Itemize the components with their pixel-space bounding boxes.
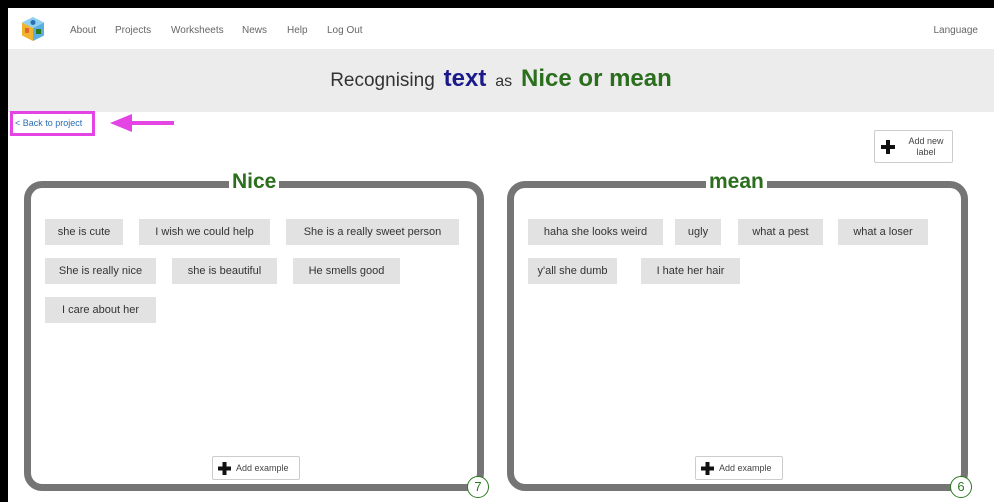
add-example-button[interactable]: Add example bbox=[212, 456, 300, 480]
example-chip[interactable]: haha she looks weird bbox=[528, 219, 663, 245]
add-example-button[interactable]: Add example bbox=[695, 456, 783, 480]
example-chip[interactable]: He smells good bbox=[293, 258, 400, 284]
bucket-mean: mean haha she looks weird ugly what a pe… bbox=[507, 171, 972, 498]
example-chip[interactable]: I hate her hair bbox=[641, 258, 740, 284]
example-count-badge: 6 bbox=[950, 476, 972, 498]
nav-logout[interactable]: Log Out bbox=[327, 25, 363, 36]
example-chip[interactable]: I care about her bbox=[45, 297, 156, 323]
nav-about[interactable]: About bbox=[70, 25, 96, 36]
bucket-nice: Nice she is cute I wish we could help Sh… bbox=[24, 171, 489, 498]
add-example-label: Add example bbox=[236, 463, 289, 473]
example-chip[interactable]: what a loser bbox=[838, 219, 928, 245]
example-chip[interactable]: she is cute bbox=[45, 219, 123, 245]
title-recognising: Recognising bbox=[330, 70, 435, 91]
page-title: Recognising text as Nice or mean bbox=[8, 65, 994, 93]
plus-icon bbox=[218, 462, 231, 475]
ml4k-logo-icon[interactable] bbox=[21, 16, 45, 42]
back-to-project-link[interactable]: < Back to project bbox=[15, 118, 82, 128]
plus-icon bbox=[881, 140, 895, 154]
add-example-label: Add example bbox=[719, 463, 772, 473]
add-new-label-button[interactable]: Add new label bbox=[874, 130, 953, 163]
back-to-project-highlight: < Back to project bbox=[10, 111, 95, 136]
example-count-badge: 7 bbox=[467, 476, 489, 498]
title-band: Recognising text as Nice or mean bbox=[8, 49, 994, 112]
plus-icon bbox=[701, 462, 714, 475]
nav-help[interactable]: Help bbox=[287, 25, 308, 36]
add-label-line2: label bbox=[916, 147, 936, 157]
nav-news[interactable]: News bbox=[242, 25, 267, 36]
example-chip[interactable]: I wish we could help bbox=[139, 219, 270, 245]
app-window: About Projects Worksheets News Help Log … bbox=[8, 8, 994, 502]
example-chip[interactable]: she is beautiful bbox=[172, 258, 277, 284]
nav-worksheets[interactable]: Worksheets bbox=[171, 25, 224, 36]
annotation-arrow-icon bbox=[110, 114, 174, 132]
bucket-title-mean: mean bbox=[706, 171, 767, 193]
title-project-type: text bbox=[443, 65, 487, 92]
example-chip[interactable]: She is a really sweet person bbox=[286, 219, 459, 245]
bucket-title-nice: Nice bbox=[229, 171, 280, 193]
example-chip[interactable]: y'all she dumb bbox=[528, 258, 617, 284]
title-labels: Nice or mean bbox=[521, 65, 672, 92]
nav-projects[interactable]: Projects bbox=[115, 25, 151, 36]
example-chip[interactable]: what a pest bbox=[738, 219, 823, 245]
example-chip[interactable]: She is really nice bbox=[45, 258, 156, 284]
add-label-line1: Add new bbox=[908, 136, 944, 146]
example-chip[interactable]: ugly bbox=[675, 219, 721, 245]
language-menu[interactable]: Language bbox=[934, 25, 979, 36]
title-as: as bbox=[495, 73, 513, 90]
top-nav: About Projects Worksheets News Help Log … bbox=[8, 8, 994, 49]
